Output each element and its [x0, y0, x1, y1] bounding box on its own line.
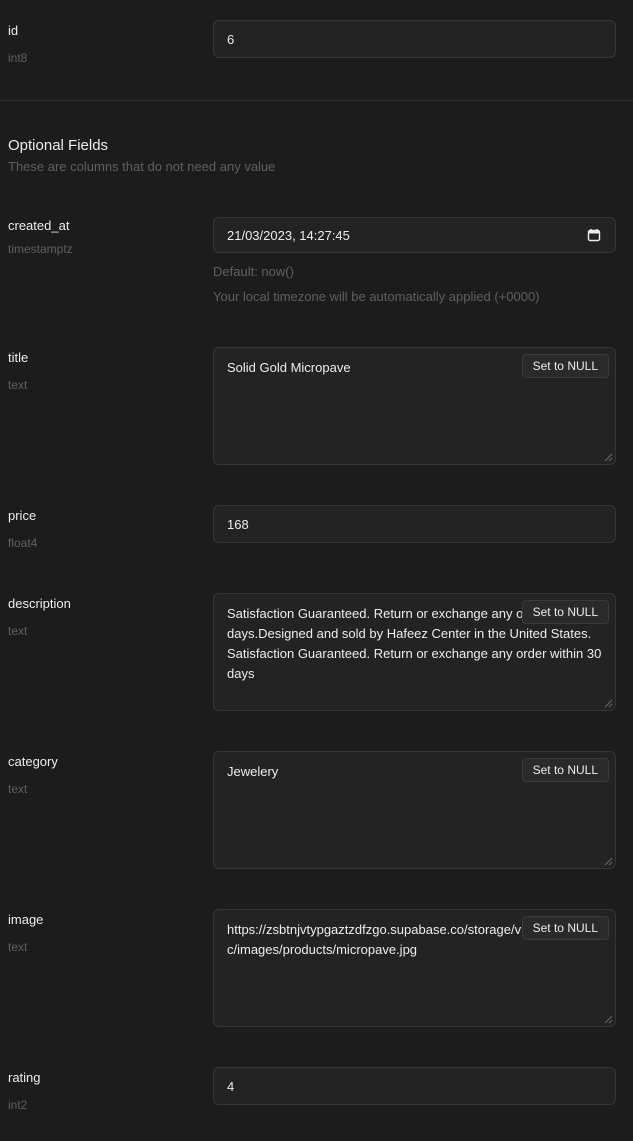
- field-type-price: float4: [8, 536, 38, 550]
- optional-fields-title: Optional Fields: [8, 137, 109, 154]
- field-label-created-at: created_at: [8, 218, 70, 233]
- title-textarea[interactable]: Solid Gold Micropave Set to NULL: [213, 347, 616, 465]
- field-label-id: id: [8, 23, 19, 38]
- description-set-null-button[interactable]: Set to NULL: [521, 600, 609, 624]
- id-input[interactable]: 6: [213, 20, 616, 58]
- rating-input[interactable]: 4: [213, 1067, 616, 1105]
- price-input[interactable]: 168: [213, 505, 616, 543]
- field-label-price: price: [8, 508, 37, 523]
- image-textarea[interactable]: https://zsbtnjvtypgaztzdfzgo.supabase.co…: [213, 909, 616, 1027]
- title-set-null-button[interactable]: Set to NULL: [521, 354, 609, 378]
- section-divider: [0, 100, 633, 101]
- field-type-created-at: timestamptz: [8, 242, 73, 256]
- optional-fields-subtitle: These are columns that do not need any v…: [8, 159, 276, 174]
- created-at-value: 21/03/2023, 14:27:45: [227, 227, 350, 243]
- field-type-id: int8: [8, 51, 28, 65]
- image-set-null-button[interactable]: Set to NULL: [521, 916, 609, 940]
- description-textarea[interactable]: Satisfaction Guaranteed. Return or excha…: [213, 593, 616, 711]
- calendar-icon[interactable]: [587, 228, 601, 242]
- field-type-title: text: [8, 378, 28, 392]
- field-label-rating: rating: [8, 1070, 41, 1085]
- row-editor-panel: id int8 6 Optional Fields These are colu…: [0, 0, 633, 1141]
- created-at-default-hint: Default: now(): [213, 264, 294, 279]
- field-label-title: title: [8, 350, 29, 365]
- field-type-image: text: [8, 940, 28, 954]
- category-textarea[interactable]: Jewelery Set to NULL: [213, 751, 616, 869]
- resize-handle-icon[interactable]: [604, 857, 613, 866]
- field-label-image: image: [8, 912, 44, 927]
- resize-handle-icon[interactable]: [604, 453, 613, 462]
- field-type-description: text: [8, 624, 28, 638]
- field-type-rating: int2: [8, 1098, 28, 1112]
- resize-handle-icon[interactable]: [604, 699, 613, 708]
- field-label-description: description: [8, 596, 71, 611]
- category-set-null-button[interactable]: Set to NULL: [521, 758, 609, 782]
- created-at-datetime-input[interactable]: 21/03/2023, 14:27:45: [213, 217, 616, 253]
- field-label-category: category: [8, 754, 58, 769]
- field-type-category: text: [8, 782, 28, 796]
- resize-handle-icon[interactable]: [604, 1015, 613, 1024]
- created-at-timezone-hint: Your local timezone will be automaticall…: [213, 289, 540, 304]
